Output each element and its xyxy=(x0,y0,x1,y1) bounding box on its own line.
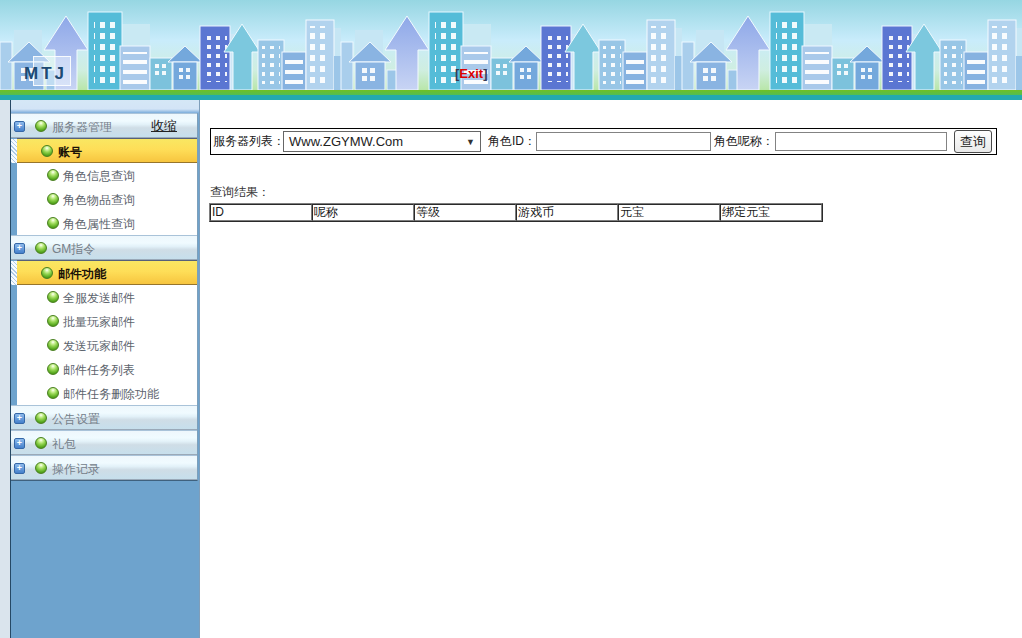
server-list-label: 服务器列表： xyxy=(213,133,283,150)
nickname-input[interactable] xyxy=(775,132,947,151)
nickname-label: 角色呢称： xyxy=(714,133,772,150)
green-orb-icon xyxy=(47,169,59,181)
menu-label: 账号 xyxy=(58,141,82,164)
select-arrow-icon: ▼ xyxy=(466,137,475,147)
menu-item-7[interactable]: 全服发送邮件 xyxy=(17,285,197,309)
menu-label: 角色物品查询 xyxy=(63,188,135,212)
menu-label: 服务器管理 xyxy=(52,116,112,139)
query-form: 服务器列表： Www.ZGYMW.Com ▼ 角色ID： 角色呢称： 查询 xyxy=(210,128,997,155)
menu-item-3[interactable]: 角色物品查询 xyxy=(17,187,197,211)
menu-label: 角色属性查询 xyxy=(63,212,135,236)
query-button[interactable]: 查询 xyxy=(954,130,992,153)
table-header-row: ID呢称等级游戏币元宝绑定元宝 xyxy=(210,204,822,221)
menu-label: 批量玩家邮件 xyxy=(63,310,135,334)
table-header-cell: 游戏币 xyxy=(516,204,618,221)
menu-item-2[interactable]: 角色信息查询 xyxy=(17,163,197,187)
green-orb-icon xyxy=(47,387,59,399)
menu-label: 角色信息查询 xyxy=(63,164,135,188)
menu-group-5[interactable]: + GM指令 xyxy=(11,235,197,260)
logo-mtj: MTJ xyxy=(24,64,67,84)
menu-label: 邮件任务删除功能 xyxy=(63,382,159,406)
green-orb-icon xyxy=(47,193,59,205)
skyline-graphic xyxy=(0,0,1022,100)
green-orb-icon xyxy=(35,437,47,449)
expand-plus-icon[interactable]: + xyxy=(14,438,25,449)
table-header-cell: 元宝 xyxy=(618,204,720,221)
menu-label: 邮件功能 xyxy=(58,263,106,286)
green-orb-icon xyxy=(35,120,47,132)
menu-label: 公告设置 xyxy=(52,408,100,431)
green-orb-icon xyxy=(35,412,47,424)
green-orb-icon xyxy=(41,145,53,157)
role-id-label: 角色ID： xyxy=(488,133,536,150)
green-orb-icon xyxy=(35,242,47,254)
expand-plus-icon[interactable]: + xyxy=(14,121,25,132)
role-id-input[interactable] xyxy=(536,132,711,151)
table-header-cell: 绑定元宝 xyxy=(720,204,822,221)
green-orb-icon xyxy=(47,315,59,327)
exit-link[interactable]: [Exit] xyxy=(455,66,488,81)
green-orb-icon xyxy=(47,291,59,303)
menu-item-11[interactable]: 邮件任务删除功能 xyxy=(17,381,197,405)
menu-group-0[interactable]: + 服务器管理 收缩 xyxy=(11,113,197,138)
page: MTJ [Exit] +服务器管理收缩账号角色信息查询角色物品查询角色属性查询+… xyxy=(0,0,1022,638)
sidebar-menu: + 服务器管理 收缩账号角色信息查询角色物品查询角色属性查询 + GM指令邮件功能全服发… xyxy=(11,113,198,481)
menu-label: 礼包 xyxy=(52,433,76,456)
green-orb-icon xyxy=(47,363,59,375)
collapse-link[interactable]: 收缩 xyxy=(151,114,177,137)
expand-plus-icon[interactable]: + xyxy=(14,243,25,254)
green-orb-icon xyxy=(47,339,59,351)
green-orb-icon xyxy=(47,217,59,229)
menu-group-6[interactable]: 邮件功能 xyxy=(17,260,197,285)
results-table: ID呢称等级游戏币元宝绑定元宝 xyxy=(209,203,823,222)
menu-group-12[interactable]: + 公告设置 xyxy=(11,405,197,430)
server-select[interactable]: Www.ZGYMW.Com ▼ xyxy=(283,131,481,152)
menu-label: 邮件任务列表 xyxy=(63,358,135,382)
table-header-cell: 呢称 xyxy=(312,204,414,221)
table-header-cell: ID xyxy=(210,204,312,221)
expand-plus-icon[interactable]: + xyxy=(14,463,25,474)
sidebar: + 服务器管理 收缩账号角色信息查询角色物品查询角色属性查询 + GM指令邮件功能全服发… xyxy=(0,100,200,638)
menu-item-8[interactable]: 批量玩家邮件 xyxy=(17,309,197,333)
menu-label: 发送玩家邮件 xyxy=(63,334,135,358)
menu-group-13[interactable]: + 礼包 xyxy=(11,430,197,455)
main-content: 服务器列表： Www.ZGYMW.Com ▼ 角色ID： 角色呢称： 查询 查询… xyxy=(200,100,1022,638)
menu-group-1[interactable]: 账号 xyxy=(17,138,197,163)
menu-label: 全服发送邮件 xyxy=(63,286,135,310)
results-label: 查询结果： xyxy=(210,184,270,201)
table-header-cell: 等级 xyxy=(414,204,516,221)
menu-item-10[interactable]: 邮件任务列表 xyxy=(17,357,197,381)
header-banner: MTJ [Exit] xyxy=(0,0,1022,100)
menu-group-14[interactable]: + 操作记录 xyxy=(11,455,197,480)
green-orb-icon xyxy=(41,267,53,279)
expand-plus-icon[interactable]: + xyxy=(14,413,25,424)
server-select-value: Www.ZGYMW.Com xyxy=(289,134,403,149)
menu-item-4[interactable]: 角色属性查询 xyxy=(17,211,197,235)
green-orb-icon xyxy=(35,462,47,474)
menu-label: 操作记录 xyxy=(52,458,100,481)
menu-item-9[interactable]: 发送玩家邮件 xyxy=(17,333,197,357)
menu-label: GM指令 xyxy=(52,238,95,261)
